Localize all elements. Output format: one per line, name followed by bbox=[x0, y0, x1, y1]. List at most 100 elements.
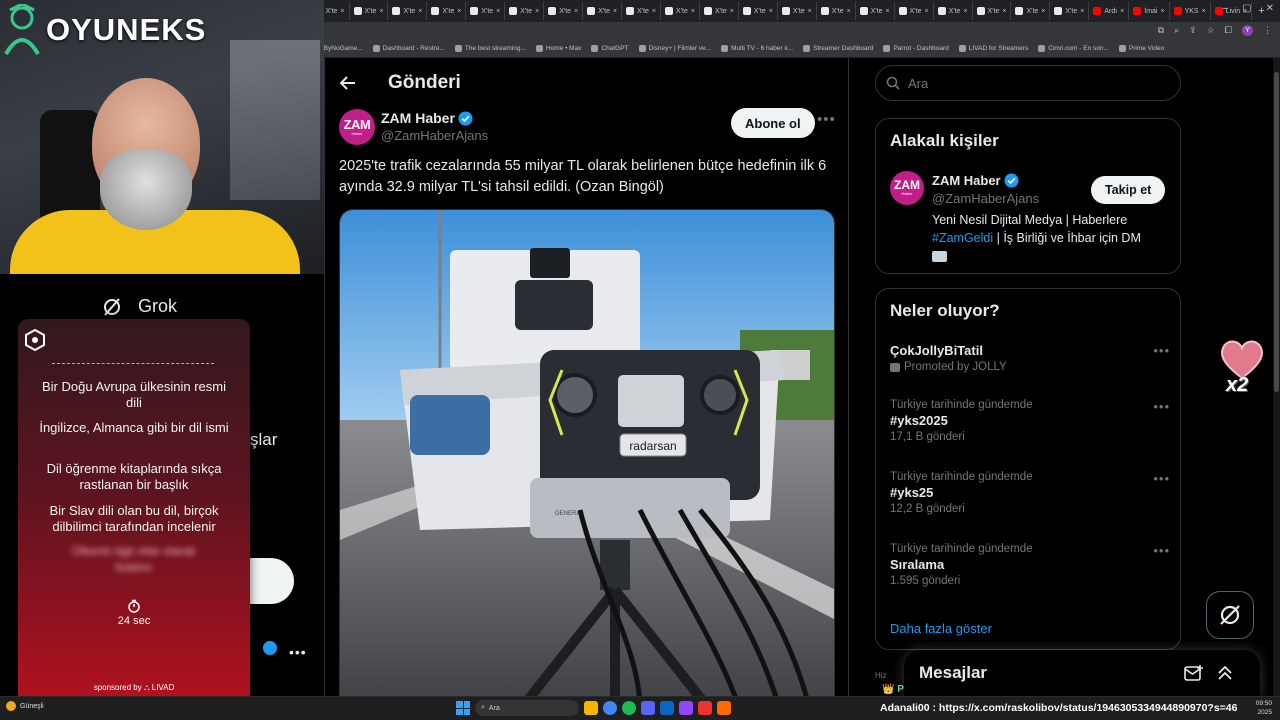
account-more-icon[interactable]: ••• bbox=[289, 644, 307, 660]
windows-start-icon[interactable] bbox=[456, 701, 470, 715]
tab-close-icon[interactable]: × bbox=[535, 8, 539, 15]
bookmark-item[interactable]: The best streaming... bbox=[454, 45, 526, 52]
subscribe-button[interactable]: Abone ol bbox=[731, 108, 815, 138]
app-icon[interactable] bbox=[717, 701, 731, 715]
tab-close-icon[interactable]: × bbox=[496, 8, 500, 15]
trend-more-icon[interactable]: ••• bbox=[1153, 343, 1170, 358]
maximize-icon[interactable]: ▢ bbox=[1242, 3, 1251, 14]
search-box[interactable] bbox=[875, 65, 1181, 101]
trend-more-icon[interactable]: ••• bbox=[1153, 543, 1170, 558]
close-window-icon[interactable]: ✕ bbox=[1266, 3, 1274, 14]
related-name-link[interactable]: ZAM Haber bbox=[932, 173, 1019, 188]
browser-tab[interactable]: X'te× bbox=[544, 2, 584, 20]
weather-widget[interactable]: Güneşli bbox=[6, 701, 44, 711]
tab-close-icon[interactable]: × bbox=[652, 8, 656, 15]
discord-icon[interactable] bbox=[641, 701, 655, 715]
extensions-icon[interactable]: ⧠ bbox=[1225, 25, 1232, 36]
system-clock[interactable]: 09:50 2025 bbox=[1256, 699, 1272, 717]
tab-close-icon[interactable]: × bbox=[379, 8, 383, 15]
tab-close-icon[interactable]: × bbox=[1080, 8, 1084, 15]
page-scrollbar[interactable] bbox=[1273, 58, 1280, 696]
tab-close-icon[interactable]: × bbox=[1160, 8, 1164, 15]
messages-drawer[interactable]: Mesajlar bbox=[904, 650, 1260, 700]
nav-partial-label[interactable]: şlar bbox=[250, 430, 277, 450]
grok-floating-button[interactable] bbox=[1206, 591, 1254, 639]
obs-icon[interactable] bbox=[698, 701, 712, 715]
bookmark-item[interactable]: Prime Video bbox=[1118, 45, 1164, 52]
bookmark-item[interactable]: Disney+ | Filmler ve... bbox=[638, 45, 711, 52]
browser-tab[interactable]: X'te× bbox=[817, 2, 856, 20]
trend-more-icon[interactable]: ••• bbox=[1153, 399, 1170, 414]
scrollbar-thumb[interactable] bbox=[1274, 72, 1279, 392]
tab-close-icon[interactable]: × bbox=[808, 8, 812, 15]
related-handle[interactable]: @ZamHaberAjans bbox=[932, 191, 1039, 206]
browser-tab[interactable]: X'te× bbox=[466, 2, 506, 20]
browser-tab[interactable]: X'te× bbox=[973, 2, 1012, 20]
nav-grok[interactable]: Grok bbox=[102, 296, 177, 317]
share-icon[interactable]: ⇪ bbox=[1189, 25, 1197, 36]
tab-close-icon[interactable]: × bbox=[1202, 8, 1206, 15]
browser-tab[interactable]: İmai × bbox=[1129, 2, 1170, 20]
author-avatar[interactable]: ZAM Haber bbox=[339, 109, 375, 145]
back-button[interactable] bbox=[330, 65, 366, 101]
tab-close-icon[interactable]: × bbox=[847, 8, 851, 15]
bookmark-item[interactable]: Streamer Dashboard bbox=[803, 45, 873, 52]
bookmark-item[interactable]: Dashboard - Restre... bbox=[372, 45, 445, 52]
twitch-icon[interactable] bbox=[679, 701, 693, 715]
trend-item[interactable]: Türkiye tarihinde gündemde #yks2025 17,1… bbox=[890, 399, 1170, 443]
browser-tab[interactable]: X'te× bbox=[622, 2, 661, 20]
bookmark-item[interactable]: Cimri.com - En son... bbox=[1038, 45, 1109, 52]
bookmark-star-icon[interactable]: ☆ bbox=[1207, 25, 1215, 36]
browser-tab[interactable]: X'te× bbox=[700, 2, 739, 20]
new-message-icon[interactable] bbox=[1184, 664, 1204, 682]
search-input[interactable] bbox=[908, 75, 1158, 91]
follow-button[interactable]: Takip et bbox=[1091, 176, 1166, 204]
chevrons-up-icon[interactable] bbox=[1216, 664, 1234, 682]
tab-close-icon[interactable]: × bbox=[963, 8, 967, 15]
minimize-icon[interactable]: – bbox=[1223, 3, 1229, 14]
browser-tab[interactable]: X'te× bbox=[1050, 2, 1090, 20]
trend-item[interactable]: Türkiye tarihinde gündemde #yks25 12,2 B… bbox=[890, 471, 1170, 515]
browser-tab[interactable]: Ardı × bbox=[1089, 2, 1130, 20]
tab-close-icon[interactable]: × bbox=[886, 8, 890, 15]
author-handle[interactable]: @ZamHaberAjans bbox=[381, 128, 488, 143]
bookmark-item[interactable]: ChatGPT bbox=[591, 45, 629, 52]
chrome-icon[interactable] bbox=[603, 701, 617, 715]
tab-close-icon[interactable]: × bbox=[1002, 8, 1006, 15]
edge-icon[interactable] bbox=[660, 701, 674, 715]
bookmark-item[interactable]: Multi TV - 6 haber k... bbox=[721, 45, 793, 52]
browser-tab[interactable]: X'te× bbox=[856, 2, 895, 20]
tab-close-icon[interactable]: × bbox=[691, 8, 695, 15]
tab-close-icon[interactable]: × bbox=[574, 8, 578, 15]
browser-tab[interactable]: X'te× bbox=[583, 2, 623, 20]
cast-icon[interactable]: ⧉ bbox=[1158, 25, 1164, 36]
author-name-link[interactable]: ZAM Haber bbox=[381, 110, 473, 126]
file-explorer-icon[interactable] bbox=[584, 701, 598, 715]
browser-tab[interactable]: X'te× bbox=[388, 2, 428, 20]
tab-close-icon[interactable]: × bbox=[457, 8, 461, 15]
trend-item-promoted[interactable]: ÇokJollyBiTatil Promoted by JOLLY ••• bbox=[890, 343, 1170, 373]
bookmark-item[interactable]: LIVAD for Streamers bbox=[958, 45, 1028, 52]
post-image[interactable]: radarsan GENERAL bbox=[339, 209, 835, 696]
tab-close-icon[interactable]: × bbox=[924, 8, 928, 15]
tab-close-icon[interactable]: × bbox=[613, 8, 617, 15]
menu-kebab-icon[interactable]: ⋮ bbox=[1263, 25, 1272, 36]
browser-tab[interactable]: X'te× bbox=[895, 2, 934, 20]
browser-tab[interactable]: X'te× bbox=[778, 2, 817, 20]
tab-close-icon[interactable]: × bbox=[769, 8, 773, 15]
post-button-partial[interactable] bbox=[244, 558, 294, 604]
tab-close-icon[interactable]: × bbox=[1041, 8, 1045, 15]
tab-close-icon[interactable]: × bbox=[418, 8, 422, 15]
browser-tab[interactable]: X'te× bbox=[427, 2, 467, 20]
tab-close-icon[interactable]: × bbox=[730, 8, 734, 15]
trend-more-icon[interactable]: ••• bbox=[1153, 471, 1170, 486]
bookmark-item[interactable]: Parrot - Dashboard bbox=[883, 45, 949, 52]
post-more-icon[interactable]: ••• bbox=[817, 111, 836, 128]
bio-hashtag-link[interactable]: #ZamGeldi bbox=[932, 231, 993, 245]
browser-tab[interactable]: X'te× bbox=[739, 2, 778, 20]
tab-close-icon[interactable]: × bbox=[340, 8, 344, 15]
browser-tab[interactable]: X'te× bbox=[505, 2, 545, 20]
browser-tab[interactable]: X'te× bbox=[661, 2, 700, 20]
taskbar-search[interactable]: ⌕ Ara bbox=[475, 700, 579, 716]
show-more-link[interactable]: Daha fazla göster bbox=[890, 621, 992, 636]
